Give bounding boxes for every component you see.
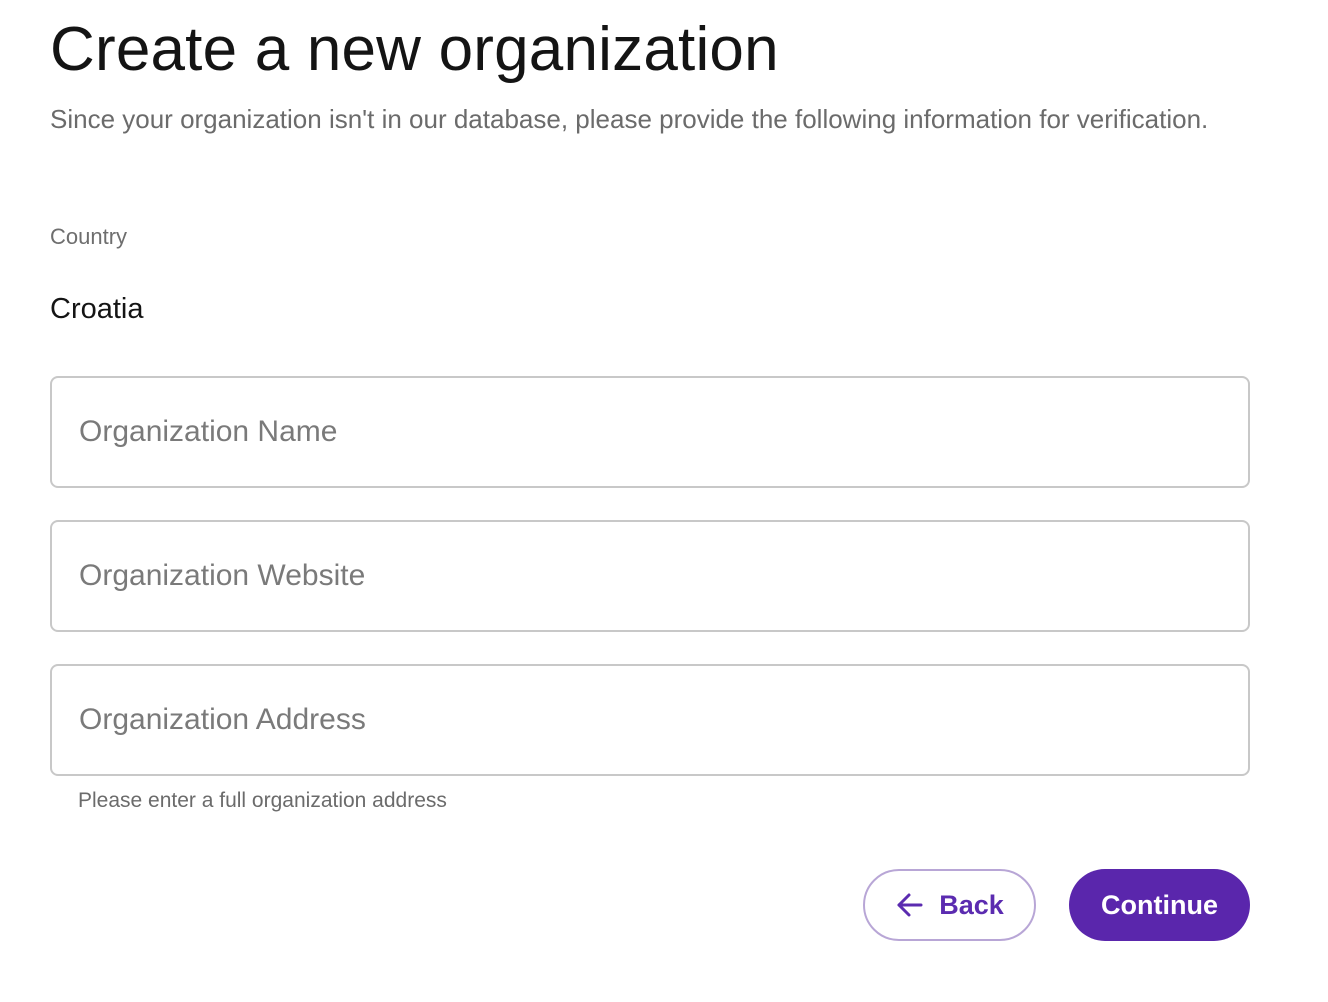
organization-website-field — [50, 520, 1250, 632]
organization-address-field — [50, 664, 1250, 776]
back-button[interactable]: Back — [863, 869, 1036, 941]
page-subtitle: Since your organization isn't in our dat… — [50, 104, 1209, 134]
organization-name-input[interactable] — [52, 378, 1248, 486]
organization-website-input[interactable] — [52, 522, 1248, 630]
continue-button-label: Continue — [1101, 889, 1218, 920]
page-title: Create a new organization — [50, 15, 779, 84]
address-helper-text: Please enter a full organization address — [78, 789, 447, 812]
back-button-label: Back — [939, 889, 1004, 920]
country-label: Country — [50, 224, 128, 249]
organization-name-field — [50, 376, 1250, 488]
country-value: Croatia — [50, 293, 144, 325]
arrow-left-icon — [895, 890, 925, 920]
organization-address-input[interactable] — [52, 666, 1248, 774]
continue-button[interactable]: Continue — [1069, 869, 1250, 941]
